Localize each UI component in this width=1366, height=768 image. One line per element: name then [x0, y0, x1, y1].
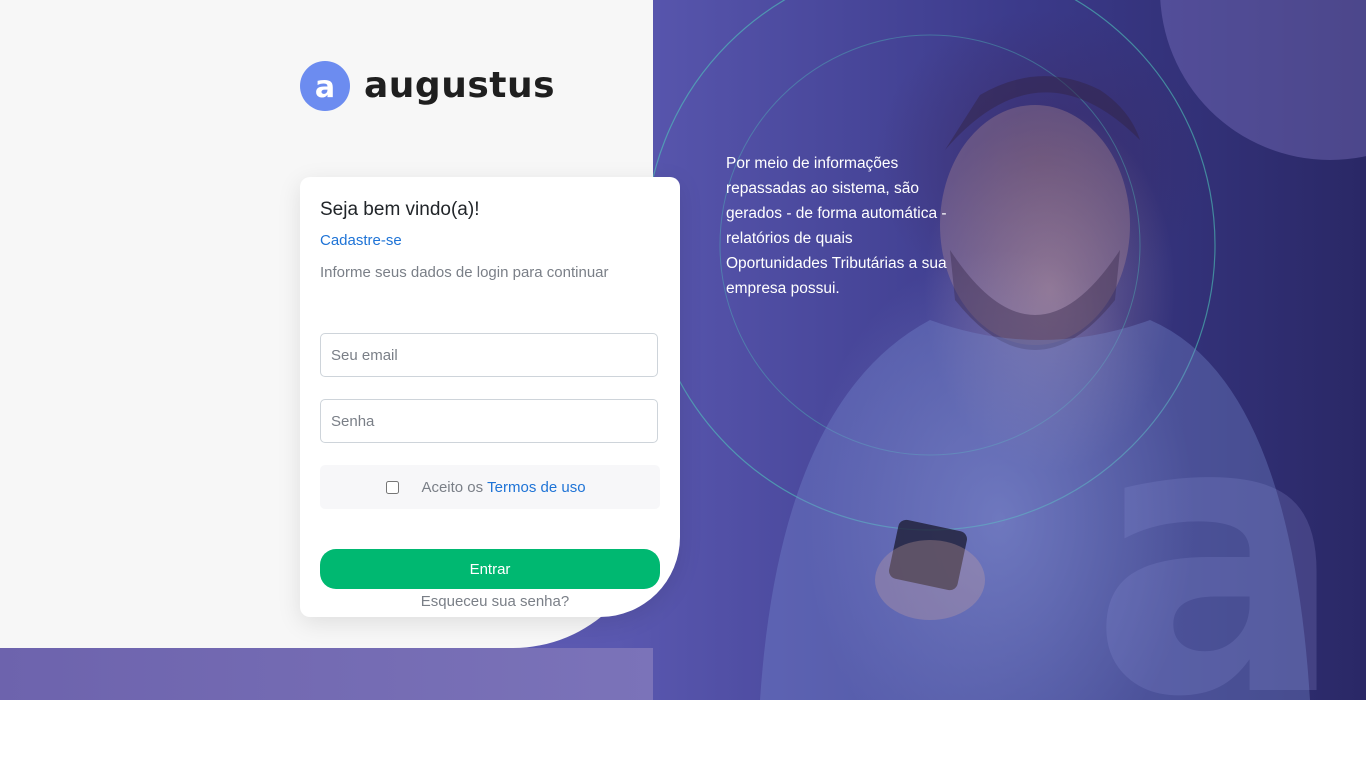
login-page: a Por meio de informações repassadas ao …: [0, 0, 1366, 700]
brand-logo: a augustus: [300, 60, 555, 112]
logo-mark-icon: a: [300, 61, 350, 111]
email-input[interactable]: [320, 333, 658, 377]
left-bottom-strip: [0, 648, 653, 700]
logo-mark-letter: a: [315, 70, 335, 105]
forgot-password-link[interactable]: Esqueceu sua senha?: [300, 593, 690, 610]
login-card: Seja bem vindo(a)! Cadastre-se Informe s…: [300, 177, 680, 617]
svg-text:a: a: [1090, 337, 1346, 700]
terms-label: Aceito os: [421, 478, 484, 496]
login-subtitle: Informe seus dados de login para continu…: [320, 264, 609, 281]
terms-link[interactable]: Termos de uso: [487, 479, 585, 496]
password-input[interactable]: [320, 399, 658, 443]
logo-text: augustus: [364, 65, 556, 106]
signup-link[interactable]: Cadastre-se: [320, 232, 402, 249]
terms-checkbox[interactable]: [386, 480, 400, 494]
login-submit-button[interactable]: Entrar: [320, 549, 660, 589]
terms-row: Aceito os Termos de uso: [320, 465, 660, 509]
promo-text: Por meio de informações repassadas ao si…: [726, 155, 947, 297]
login-title: Seja bem vindo(a)!: [320, 199, 480, 220]
